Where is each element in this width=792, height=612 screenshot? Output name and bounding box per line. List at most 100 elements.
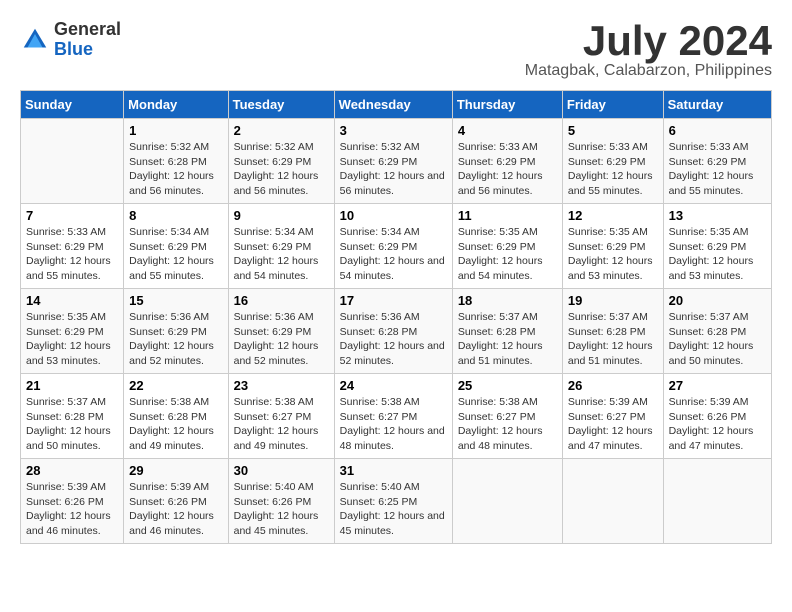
- day-info: Sunrise: 5:33 AMSunset: 6:29 PMDaylight:…: [26, 225, 118, 284]
- day-info: Sunrise: 5:33 AMSunset: 6:29 PMDaylight:…: [669, 140, 766, 199]
- day-number: 20: [669, 293, 766, 308]
- day-cell: 22 Sunrise: 5:38 AMSunset: 6:28 PMDayligh…: [124, 374, 228, 459]
- day-info: Sunrise: 5:38 AMSunset: 6:27 PMDaylight:…: [340, 395, 447, 454]
- logo: General Blue: [20, 20, 121, 60]
- day-info: Sunrise: 5:39 AMSunset: 6:26 PMDaylight:…: [26, 480, 118, 539]
- header: General Blue July 2024 Matagbak, Calabar…: [20, 20, 772, 80]
- calendar-header: SundayMondayTuesdayWednesdayThursdayFrid…: [21, 91, 772, 119]
- logo-text: General Blue: [54, 20, 121, 60]
- day-cell: 16Sunrise: 5:36 AMSunset: 6:29 PMDayligh…: [228, 289, 334, 374]
- day-number: 15: [129, 293, 222, 308]
- day-info: Sunrise: 5:37 AMSunset: 6:28 PMDaylight:…: [669, 310, 766, 369]
- day-info: Sunrise: 5:39 AMSunset: 6:26 PMDaylight:…: [669, 395, 766, 454]
- title-block: July 2024 Matagbak, Calabarzon, Philippi…: [525, 20, 772, 80]
- week-row-1: 1 Sunrise: 5:32 AMSunset: 6:28 PMDaylight…: [21, 119, 772, 204]
- day-info: Sunrise: 5:35 AMSunset: 6:29 PMDaylight:…: [458, 225, 557, 284]
- week-row-3: 14Sunrise: 5:35 AMSunset: 6:29 PMDayligh…: [21, 289, 772, 374]
- day-number: 11: [458, 208, 557, 223]
- day-number: 5: [568, 123, 658, 138]
- day-number: 2: [234, 123, 329, 138]
- day-number: 31: [340, 463, 447, 478]
- day-number: 22: [129, 378, 222, 393]
- day-number: 13: [669, 208, 766, 223]
- day-cell: 17Sunrise: 5:36 AMSunset: 6:28 PMDayligh…: [334, 289, 452, 374]
- day-cell: 29Sunrise: 5:39 AMSunset: 6:26 PMDayligh…: [124, 459, 228, 544]
- day-cell: 27 Sunrise: 5:39 AMSunset: 6:26 PMDayligh…: [663, 374, 771, 459]
- day-number: 8: [129, 208, 222, 223]
- day-info: Sunrise: 5:33 AMSunset: 6:29 PMDaylight:…: [568, 140, 658, 199]
- day-info: Sunrise: 5:33 AMSunset: 6:29 PMDaylight:…: [458, 140, 557, 199]
- day-info: Sunrise: 5:32 AMSunset: 6:29 PMDaylight:…: [340, 140, 447, 199]
- day-cell: 15 Sunrise: 5:36 AMSunset: 6:29 PMDayligh…: [124, 289, 228, 374]
- header-cell-friday: Friday: [562, 91, 663, 119]
- day-info: Sunrise: 5:34 AMSunset: 6:29 PMDaylight:…: [234, 225, 329, 284]
- day-cell: 1 Sunrise: 5:32 AMSunset: 6:28 PMDaylight…: [124, 119, 228, 204]
- calendar-table: SundayMondayTuesdayWednesdayThursdayFrid…: [20, 90, 772, 544]
- day-cell: 13 Sunrise: 5:35 AMSunset: 6:29 PMDayligh…: [663, 204, 771, 289]
- day-number: 7: [26, 208, 118, 223]
- day-number: 24: [340, 378, 447, 393]
- day-cell: 11 Sunrise: 5:35 AMSunset: 6:29 PMDayligh…: [452, 204, 562, 289]
- header-cell-wednesday: Wednesday: [334, 91, 452, 119]
- week-row-4: 21 Sunrise: 5:37 AMSunset: 6:28 PMDayligh…: [21, 374, 772, 459]
- day-info: Sunrise: 5:38 AMSunset: 6:28 PMDaylight:…: [129, 395, 222, 454]
- day-cell: 23 Sunrise: 5:38 AMSunset: 6:27 PMDayligh…: [228, 374, 334, 459]
- day-cell: 26 Sunrise: 5:39 AMSunset: 6:27 PMDayligh…: [562, 374, 663, 459]
- day-cell: 31 Sunrise: 5:40 AMSunset: 6:25 PMDayligh…: [334, 459, 452, 544]
- day-number: 25: [458, 378, 557, 393]
- day-info: Sunrise: 5:38 AMSunset: 6:27 PMDaylight:…: [234, 395, 329, 454]
- day-number: 19: [568, 293, 658, 308]
- header-cell-thursday: Thursday: [452, 91, 562, 119]
- day-cell: 7 Sunrise: 5:33 AMSunset: 6:29 PMDaylight…: [21, 204, 124, 289]
- day-info: Sunrise: 5:35 AMSunset: 6:29 PMDaylight:…: [568, 225, 658, 284]
- week-row-2: 7 Sunrise: 5:33 AMSunset: 6:29 PMDaylight…: [21, 204, 772, 289]
- day-cell: 24 Sunrise: 5:38 AMSunset: 6:27 PMDayligh…: [334, 374, 452, 459]
- day-cell: [452, 459, 562, 544]
- day-info: Sunrise: 5:36 AMSunset: 6:29 PMDaylight:…: [234, 310, 329, 369]
- day-info: Sunrise: 5:32 AMSunset: 6:28 PMDaylight:…: [129, 140, 222, 199]
- header-row: SundayMondayTuesdayWednesdayThursdayFrid…: [21, 91, 772, 119]
- week-row-5: 28 Sunrise: 5:39 AMSunset: 6:26 PMDayligh…: [21, 459, 772, 544]
- month-title: July 2024: [525, 20, 772, 62]
- day-info: Sunrise: 5:37 AMSunset: 6:28 PMDaylight:…: [26, 395, 118, 454]
- day-number: 23: [234, 378, 329, 393]
- header-cell-saturday: Saturday: [663, 91, 771, 119]
- day-number: 10: [340, 208, 447, 223]
- day-cell: 19Sunrise: 5:37 AMSunset: 6:28 PMDayligh…: [562, 289, 663, 374]
- day-cell: 9Sunrise: 5:34 AMSunset: 6:29 PMDaylight…: [228, 204, 334, 289]
- day-info: Sunrise: 5:34 AMSunset: 6:29 PMDaylight:…: [340, 225, 447, 284]
- day-number: 6: [669, 123, 766, 138]
- day-info: Sunrise: 5:36 AMSunset: 6:28 PMDaylight:…: [340, 310, 447, 369]
- day-number: 21: [26, 378, 118, 393]
- day-info: Sunrise: 5:40 AMSunset: 6:25 PMDaylight:…: [340, 480, 447, 539]
- calendar-body: 1 Sunrise: 5:32 AMSunset: 6:28 PMDaylight…: [21, 119, 772, 544]
- day-cell: 12 Sunrise: 5:35 AMSunset: 6:29 PMDayligh…: [562, 204, 663, 289]
- day-number: 18: [458, 293, 557, 308]
- day-cell: 5 Sunrise: 5:33 AMSunset: 6:29 PMDaylight…: [562, 119, 663, 204]
- day-number: 3: [340, 123, 447, 138]
- day-number: 26: [568, 378, 658, 393]
- day-number: 1: [129, 123, 222, 138]
- day-info: Sunrise: 5:36 AMSunset: 6:29 PMDaylight:…: [129, 310, 222, 369]
- day-number: 28: [26, 463, 118, 478]
- day-info: Sunrise: 5:32 AMSunset: 6:29 PMDaylight:…: [234, 140, 329, 199]
- day-info: Sunrise: 5:39 AMSunset: 6:27 PMDaylight:…: [568, 395, 658, 454]
- location-subtitle: Matagbak, Calabarzon, Philippines: [525, 62, 772, 80]
- day-cell: 2 Sunrise: 5:32 AMSunset: 6:29 PMDaylight…: [228, 119, 334, 204]
- day-info: Sunrise: 5:40 AMSunset: 6:26 PMDaylight:…: [234, 480, 329, 539]
- day-number: 27: [669, 378, 766, 393]
- header-cell-tuesday: Tuesday: [228, 91, 334, 119]
- day-cell: 25Sunrise: 5:38 AMSunset: 6:27 PMDayligh…: [452, 374, 562, 459]
- logo-icon: [20, 25, 50, 55]
- day-cell: 20 Sunrise: 5:37 AMSunset: 6:28 PMDayligh…: [663, 289, 771, 374]
- day-cell: 30Sunrise: 5:40 AMSunset: 6:26 PMDayligh…: [228, 459, 334, 544]
- day-cell: 4Sunrise: 5:33 AMSunset: 6:29 PMDaylight…: [452, 119, 562, 204]
- day-number: 12: [568, 208, 658, 223]
- day-cell: [21, 119, 124, 204]
- day-cell: [663, 459, 771, 544]
- day-number: 14: [26, 293, 118, 308]
- day-info: Sunrise: 5:35 AMSunset: 6:29 PMDaylight:…: [669, 225, 766, 284]
- header-cell-sunday: Sunday: [21, 91, 124, 119]
- day-cell: 14Sunrise: 5:35 AMSunset: 6:29 PMDayligh…: [21, 289, 124, 374]
- day-cell: 18Sunrise: 5:37 AMSunset: 6:28 PMDayligh…: [452, 289, 562, 374]
